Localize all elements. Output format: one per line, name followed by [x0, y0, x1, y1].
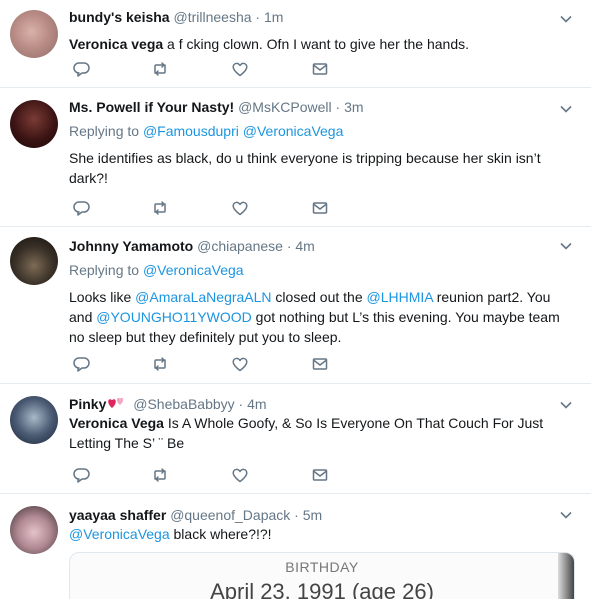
- attached-image[interactable]: BIRTHDAY April 23, 1991 (age 26): [69, 552, 575, 599]
- chevron-down-icon[interactable]: [559, 239, 573, 253]
- chevron-down-icon[interactable]: [559, 398, 573, 412]
- reply-icon[interactable]: [72, 199, 90, 217]
- reply-icon[interactable]: [72, 466, 90, 484]
- replying-to: Replying to @Famousdupri @VeronicaVega: [69, 123, 344, 139]
- tweet-header: yaayaa shaffer @queenof_Dapack · 5m: [69, 506, 563, 524]
- tweet-header: Johnny Yamamoto @chiapanese · 4m: [69, 237, 563, 255]
- avatar[interactable]: [10, 237, 58, 285]
- tweet[interactable]: Pinky @ShebaBabbyy · 4m Veronica Vega Is…: [0, 384, 591, 494]
- mention-link[interactable]: @VeronicaVega: [243, 123, 344, 139]
- replying-to: Replying to @VeronicaVega: [69, 262, 244, 278]
- card-label: BIRTHDAY: [285, 559, 359, 575]
- like-icon[interactable]: [231, 60, 249, 78]
- tweet-text: @VeronicaVega black where?!?!: [69, 524, 563, 544]
- timestamp[interactable]: 4m: [247, 396, 266, 412]
- tweet-text: Veronica vega a f cking clown. Ofn I wan…: [69, 34, 563, 54]
- username[interactable]: @queenof_Dapack: [170, 507, 290, 523]
- tweet[interactable]: Ms. Powell if Your Nasty! @MsKCPowell · …: [0, 88, 591, 227]
- card-edge: [558, 553, 574, 599]
- timestamp[interactable]: 3m: [344, 99, 363, 115]
- mention-link[interactable]: @YOUNGHO11YWOOD: [96, 309, 252, 325]
- tweet-header: bundy's keisha @trillneesha · 1m: [69, 8, 563, 26]
- retweet-icon[interactable]: [151, 60, 169, 78]
- username[interactable]: @MsKCPowell: [238, 99, 332, 115]
- display-name[interactable]: Ms. Powell if Your Nasty!: [69, 99, 234, 115]
- separator: ·: [255, 9, 261, 25]
- tweet-text: She identifies as black, do u think ever…: [69, 148, 563, 188]
- tweet-text-segment: She identifies as black, do u think ever…: [69, 150, 541, 186]
- tweet-text-segment: black where?!?!: [169, 526, 272, 542]
- separator: ·: [286, 238, 292, 254]
- retweet-icon[interactable]: [151, 199, 169, 217]
- direct-message-icon[interactable]: [311, 466, 329, 484]
- retweet-icon[interactable]: [151, 355, 169, 373]
- mention-link[interactable]: @LHHMIA: [367, 289, 433, 305]
- direct-message-icon[interactable]: [311, 355, 329, 373]
- separator: ·: [294, 507, 299, 523]
- mention-link[interactable]: @AmaraLaNegraALN: [135, 289, 271, 305]
- tweet-text: Looks like @AmaraLaNegraALN closed out t…: [69, 287, 563, 347]
- separator: ·: [335, 99, 341, 115]
- tweet-text-segment: Veronica vega: [69, 36, 164, 52]
- username[interactable]: @chiapanese: [197, 238, 283, 254]
- tweet-text: Veronica Vega Is A Whole Goofy, & So Is …: [69, 413, 563, 453]
- avatar[interactable]: [10, 10, 58, 58]
- chevron-down-icon[interactable]: [559, 102, 573, 116]
- chevron-down-icon[interactable]: [559, 508, 573, 522]
- mention-link[interactable]: @VeronicaVega: [143, 262, 244, 278]
- mention-link[interactable]: @Famousdupri: [143, 123, 239, 139]
- tweet-text-segment: closed out the: [271, 289, 367, 305]
- like-icon[interactable]: [231, 355, 249, 373]
- display-name[interactable]: bundy's keisha: [69, 9, 170, 25]
- tweet-text-segment: Veronica Vega: [69, 415, 164, 431]
- display-name[interactable]: Johnny Yamamoto: [69, 238, 193, 254]
- like-icon[interactable]: [231, 199, 249, 217]
- avatar[interactable]: [10, 396, 58, 444]
- tweet[interactable]: bundy's keisha @trillneesha · 1m Veronic…: [0, 0, 591, 88]
- like-icon[interactable]: [231, 466, 249, 484]
- hearts-emoji: [108, 397, 124, 408]
- tweet-text-segment: a f cking clown. Ofn I want to give her …: [163, 36, 470, 52]
- mention-link[interactable]: @VeronicaVega: [69, 526, 170, 542]
- reply-icon[interactable]: [72, 60, 90, 78]
- tweet-header: Pinky @ShebaBabbyy · 4m: [69, 395, 563, 413]
- display-name[interactable]: yaayaa shaffer: [69, 507, 166, 523]
- card-value: April 23, 1991 (age 26): [210, 579, 434, 599]
- reply-icon[interactable]: [72, 355, 90, 373]
- username[interactable]: @ShebaBabbyy: [133, 396, 234, 412]
- tweet-header: Ms. Powell if Your Nasty! @MsKCPowell · …: [69, 98, 563, 116]
- timestamp[interactable]: 5m: [303, 507, 322, 523]
- chevron-down-icon[interactable]: [559, 12, 573, 26]
- direct-message-icon[interactable]: [311, 199, 329, 217]
- username[interactable]: @trillneesha: [173, 9, 251, 25]
- timestamp[interactable]: 4m: [295, 238, 314, 254]
- avatar[interactable]: [10, 506, 58, 554]
- separator: ·: [238, 396, 244, 412]
- timestamp[interactable]: 1m: [264, 9, 283, 25]
- avatar[interactable]: [10, 100, 58, 148]
- retweet-icon[interactable]: [151, 466, 169, 484]
- display-name[interactable]: Pinky: [69, 396, 106, 412]
- tweet-text-segment: Looks like: [69, 289, 136, 305]
- direct-message-icon[interactable]: [311, 60, 329, 78]
- tweet[interactable]: Johnny Yamamoto @chiapanese · 4m Replyin…: [0, 227, 591, 384]
